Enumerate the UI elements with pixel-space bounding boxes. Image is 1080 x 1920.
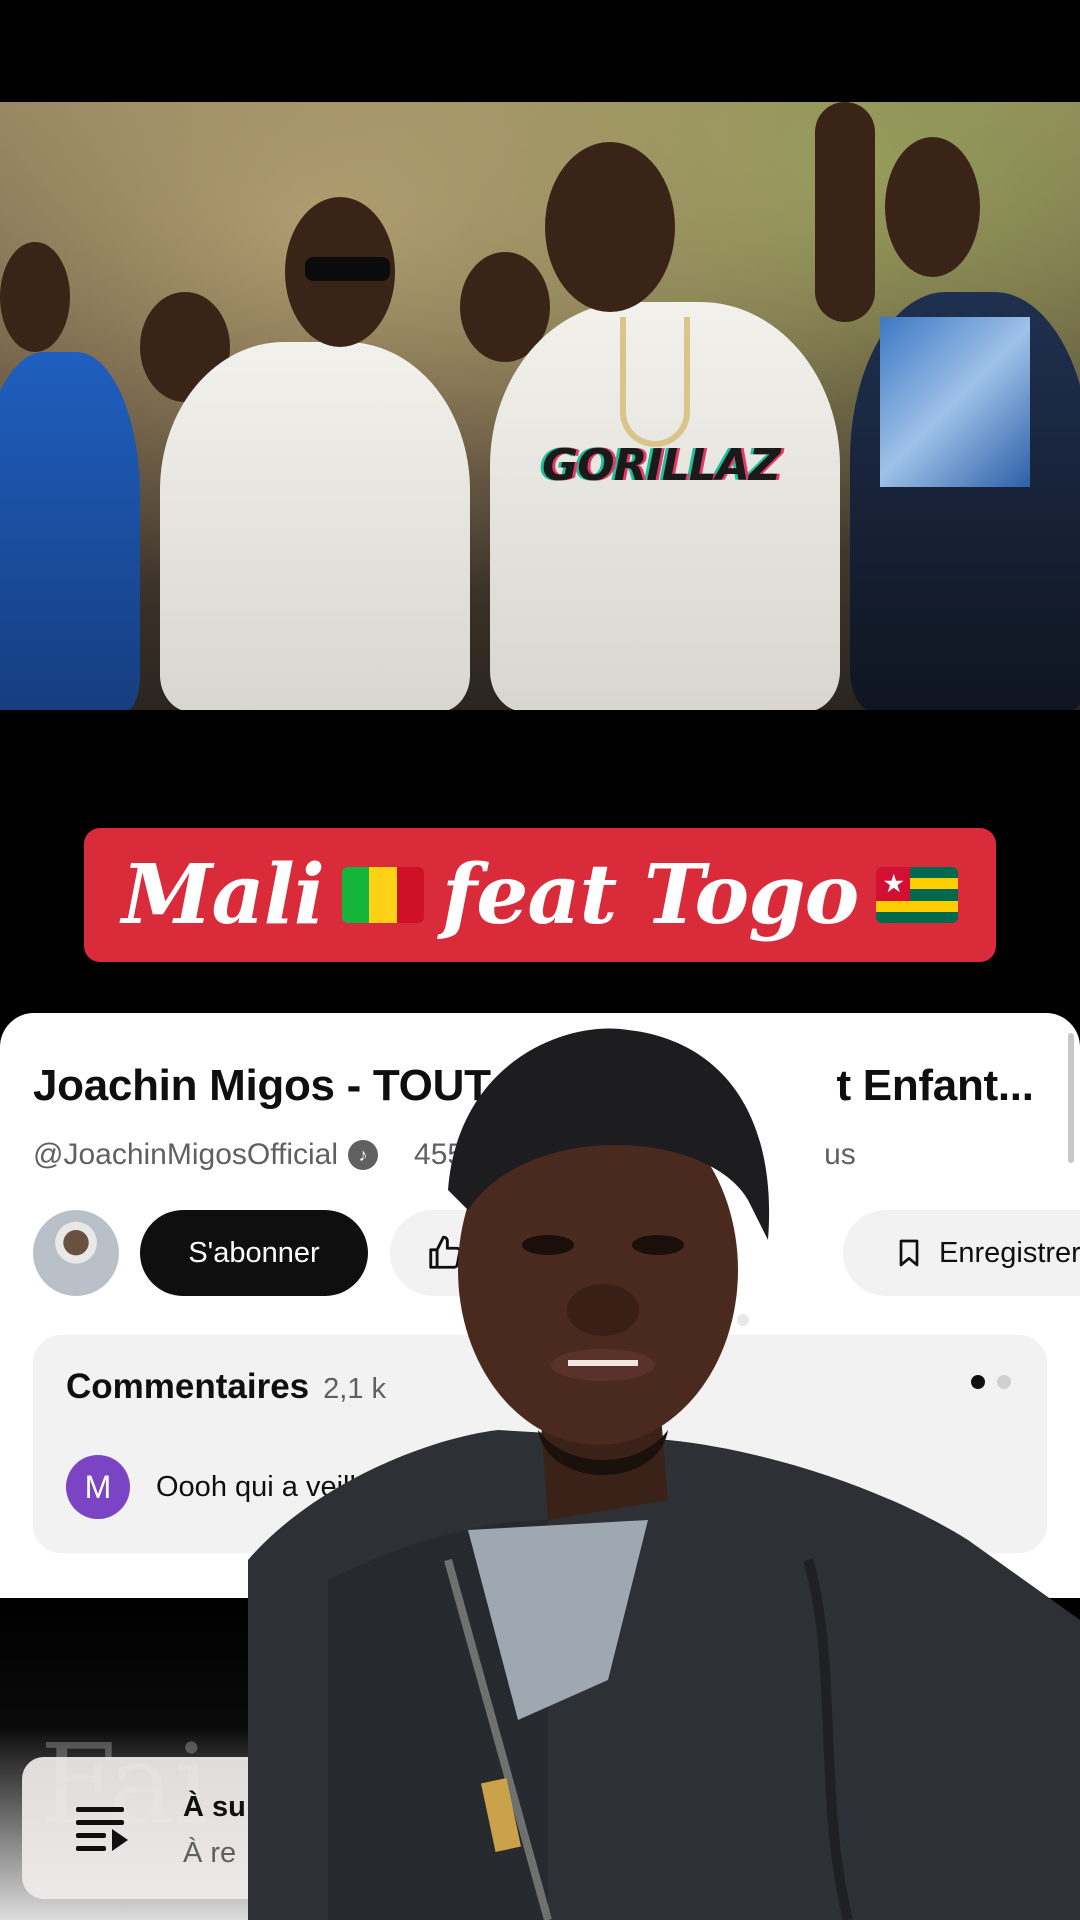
shirt-print: GORILLAZ [542, 440, 781, 491]
person-white-shirt-left [160, 342, 470, 710]
person-head [545, 142, 675, 312]
creator-figure [248, 1028, 1080, 1920]
mali-flag-icon [341, 867, 424, 923]
creator-overlay [248, 1020, 1080, 1920]
denim-patch [880, 317, 1030, 487]
music-video-still[interactable]: GORILLAZ [0, 102, 1080, 710]
sunglasses [305, 257, 390, 281]
raised-arm [815, 102, 875, 322]
mini-player-title: À su [183, 1791, 246, 1823]
person-blue-shirt [0, 352, 140, 710]
channel-avatar[interactable] [33, 1210, 119, 1296]
person-head [885, 137, 980, 277]
banner-text-mali: Mali [121, 847, 325, 943]
chain-necklace [620, 317, 690, 447]
title-banner: Mali feat Togo ★ [84, 828, 996, 962]
mini-player-subtitle: À re [183, 1837, 237, 1869]
togo-flag-icon: ★ [876, 867, 959, 923]
banner-text-feat-togo: feat Togo [441, 847, 859, 943]
queue-list-icon[interactable] [76, 1807, 128, 1851]
person-head [0, 242, 70, 352]
commenter-avatar: M [66, 1455, 130, 1519]
